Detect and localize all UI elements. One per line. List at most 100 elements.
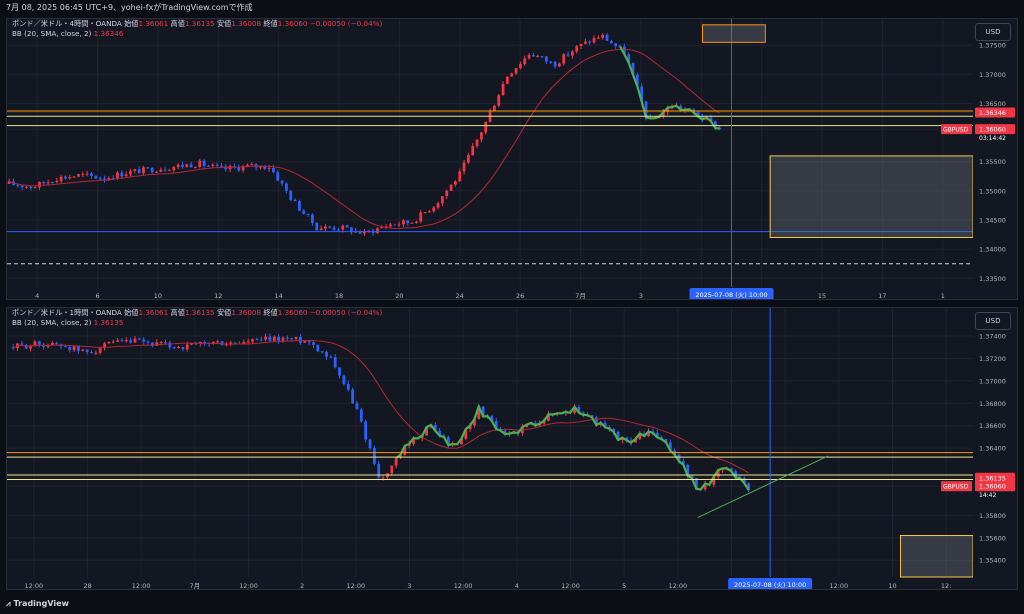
x-tick-label: 10: [154, 292, 162, 300]
candle-body: [376, 228, 379, 233]
candle-body: [81, 349, 85, 351]
chart-panel-4h[interactable]: ポンド／米ドル・4時間・OANDA 始値1.36061 高値1.36135 安値…: [6, 18, 1018, 300]
candle-body: [540, 56, 544, 58]
y-tick-label: 1.34500: [979, 217, 1006, 225]
candle-body: [64, 346, 67, 348]
y-tick-label: 1.37200: [979, 355, 1006, 363]
x-tick-label: 3: [407, 582, 411, 590]
zone-box: [900, 535, 974, 578]
indicator-label: BB (20, SMA, close, 2): [12, 29, 92, 38]
high-value: 1.36135: [184, 308, 215, 317]
candle-body: [155, 171, 158, 173]
candle-chart-4h[interactable]: 1.375001.370001.365001.363461.360601.355…: [7, 19, 1018, 300]
candle-body: [59, 176, 63, 181]
x-tick-label: 10: [888, 582, 896, 590]
candle-body: [185, 344, 189, 350]
candle-body: [415, 221, 418, 223]
candle-body: [72, 176, 76, 178]
candle-body: [319, 228, 323, 231]
candle-body: [202, 160, 206, 166]
candle-body: [579, 43, 583, 47]
candle-body: [146, 341, 150, 343]
candle-body: [449, 184, 453, 191]
x-tick-label: 2: [300, 582, 304, 590]
candle-body: [25, 186, 28, 188]
currency-button[interactable]: USD: [975, 23, 1011, 41]
candle-body: [272, 336, 276, 341]
candle-body: [272, 167, 275, 173]
low-value: 1.36008: [231, 308, 262, 317]
candle-body: [246, 164, 249, 167]
x-tick-label: 14: [275, 292, 283, 300]
x-tick-label: 12:00: [561, 582, 580, 590]
candle-body: [133, 169, 137, 171]
candle-body: [176, 164, 180, 168]
candle-body: [55, 342, 59, 345]
chart-panel-1h[interactable]: ポンド／米ドル・1時間・OANDA 始値1.36061 高値1.36135 安値…: [6, 307, 1018, 590]
x-tick-label: 6: [95, 292, 99, 300]
candle-body: [312, 342, 315, 346]
candle-body: [20, 343, 24, 345]
currency-button[interactable]: USD: [975, 312, 1011, 330]
candle-body: [393, 224, 397, 226]
crosshair-time-label: 2025-07-08 (火) 10:00: [695, 291, 767, 299]
tradingview-logo-icon[interactable]: ⩘: [6, 594, 11, 614]
candle-body: [172, 167, 176, 171]
x-tick-label: 12:00: [346, 582, 365, 590]
x-tick-label: 3: [639, 292, 643, 300]
candle-body: [159, 342, 163, 344]
candle-body: [77, 345, 80, 351]
close-value: 1.36060: [277, 19, 308, 28]
x-tick-label: 12:00: [829, 582, 848, 590]
candle-body: [163, 169, 167, 171]
candle-body: [289, 190, 293, 200]
candle-body: [207, 165, 210, 167]
close-value: 1.36060: [277, 308, 308, 317]
candle-body: [303, 340, 307, 343]
candle-body: [372, 448, 376, 464]
candle-body: [264, 336, 267, 340]
brand-label[interactable]: TradingView: [14, 599, 69, 608]
candle-body: [42, 181, 46, 184]
candle-body: [345, 225, 349, 228]
candle-body: [72, 345, 76, 351]
candle-body: [484, 121, 488, 133]
x-tick-label: 12: [214, 292, 222, 300]
low-label: 安値: [216, 308, 232, 317]
candle-body: [355, 403, 359, 410]
candle-body: [38, 181, 41, 188]
close-label: 終値: [263, 308, 278, 317]
candle-body: [410, 222, 414, 224]
candle-body: [90, 173, 93, 176]
candle-body: [150, 167, 154, 173]
open-label: 始値: [124, 19, 139, 28]
trendline: [697, 455, 829, 519]
symbol-label: ポンド／米ドル・1時間・OANDA: [12, 308, 122, 317]
candle-body: [294, 336, 298, 339]
indicator-legend: BB (20, SMA, close, 2) 1.36135: [12, 318, 123, 328]
candle-body: [544, 56, 548, 62]
candle-body: [51, 182, 54, 184]
candle-body: [432, 207, 436, 212]
candle-body: [368, 439, 372, 449]
y-tick-label: 1.35600: [979, 534, 1006, 542]
candle-body: [281, 337, 285, 341]
candle-body: [333, 357, 337, 368]
y-tick-label: 1.37000: [979, 377, 1006, 385]
x-tick-label: 15: [818, 292, 826, 300]
candle-body: [329, 356, 333, 358]
x-tick-label: 12:00: [239, 582, 258, 590]
candle-chart-1h[interactable]: 1.37400 1.37200 1.37000 1.36800 1.36600 1.364…: [7, 308, 1018, 590]
candle-body: [325, 351, 328, 357]
candle-body: [129, 340, 133, 343]
candle-body: [592, 37, 596, 43]
y-tick-label: 1.36500: [979, 100, 1006, 108]
candle-body: [220, 165, 223, 167]
footer-bar: ⩘ TradingView: [0, 594, 1024, 614]
x-tick-label: 12:00: [454, 582, 473, 590]
candle-body: [346, 383, 350, 390]
candle-body: [381, 477, 385, 479]
candle-body: [94, 175, 98, 179]
last-price-tag: 1.36060: [979, 126, 1006, 134]
candle-body: [307, 340, 311, 343]
